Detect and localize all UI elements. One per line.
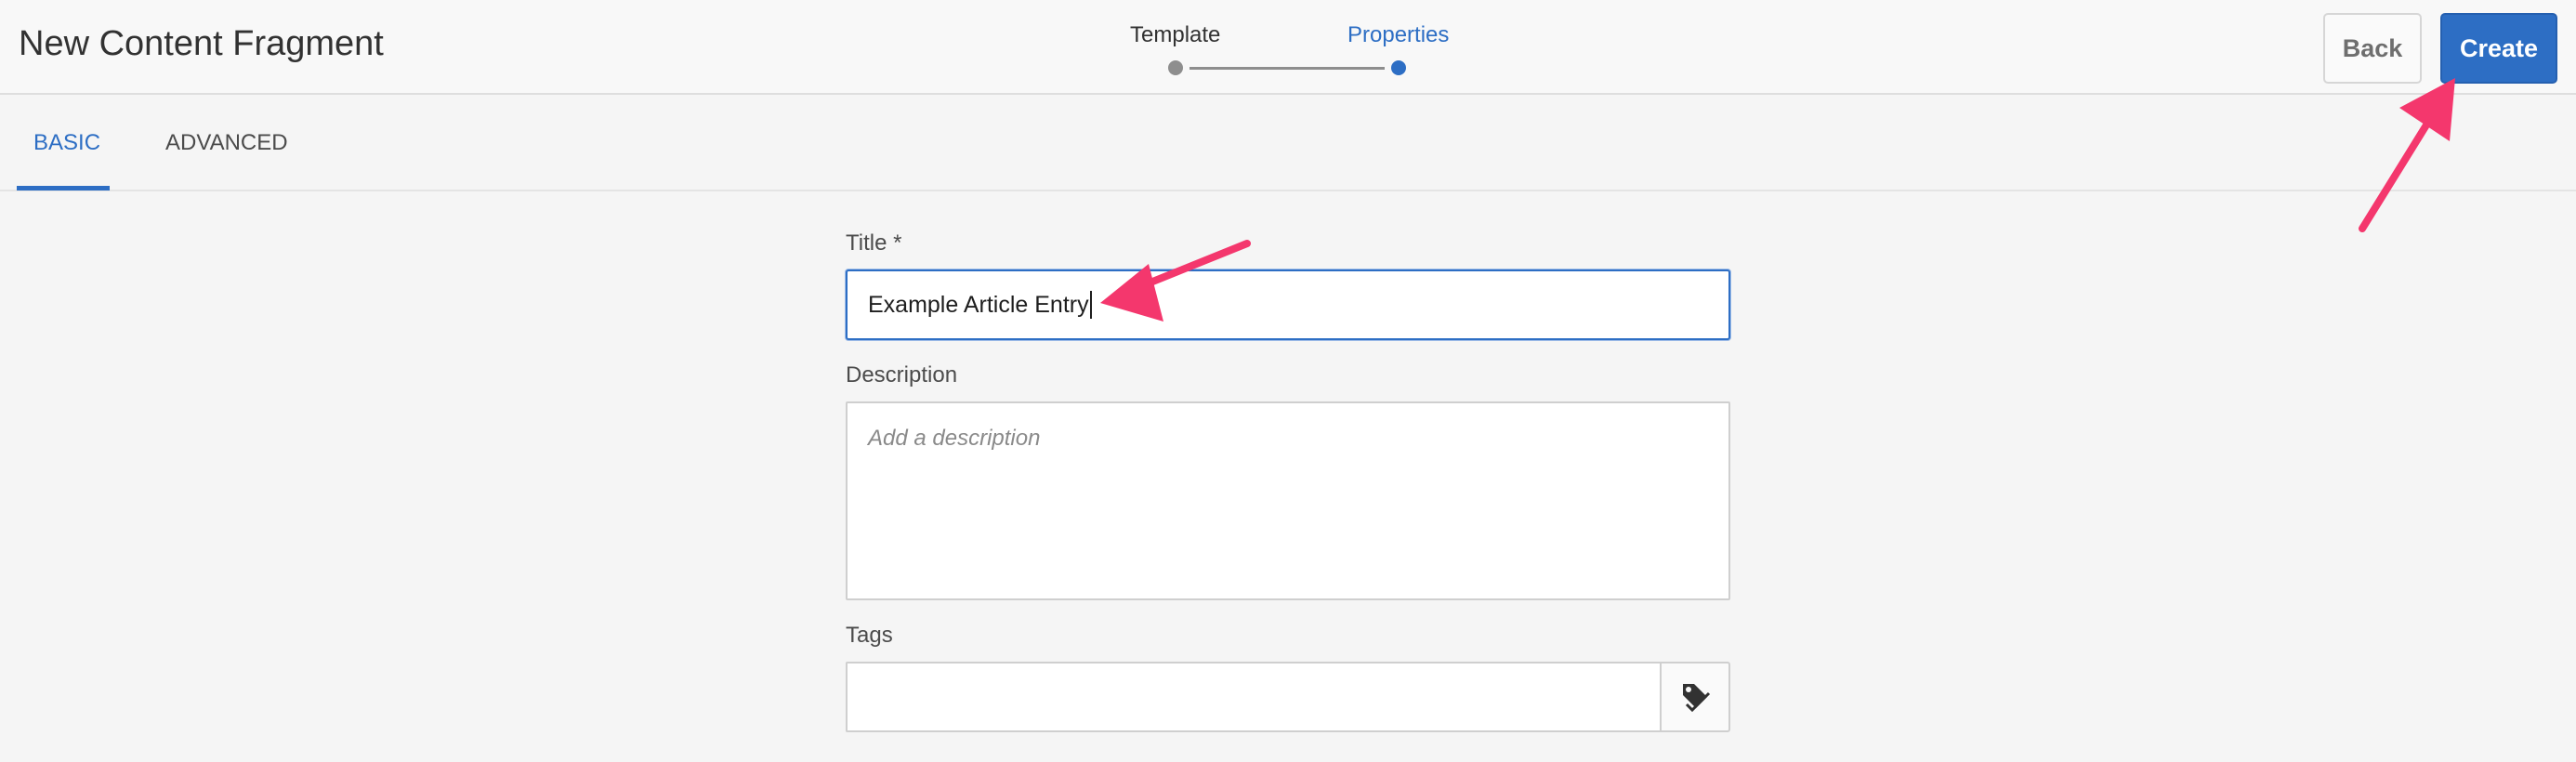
create-button[interactable]: Create — [2440, 13, 2557, 84]
description-label: Description — [846, 362, 958, 388]
tag-icon — [1683, 684, 1711, 713]
page-title: New Content Fragment — [19, 24, 384, 63]
tags-input[interactable] — [846, 662, 1662, 732]
title-label: Title * — [846, 230, 902, 256]
tab-bar: BASIC ADVANCED — [0, 97, 2576, 191]
back-button[interactable]: Back — [2323, 13, 2422, 84]
step-properties-label: Properties — [1347, 22, 1450, 47]
step-template-dot[interactable] — [1168, 60, 1183, 75]
step-template-label[interactable]: Template — [1130, 22, 1220, 48]
title-input-value: Example Article Entry — [868, 291, 1089, 318]
wizard-progress-line — [1189, 67, 1385, 70]
title-input[interactable]: Example Article Entry — [846, 269, 1730, 340]
tab-advanced[interactable]: ADVANCED — [165, 130, 288, 156]
text-caret — [1089, 291, 1092, 319]
tab-basic[interactable]: BASIC — [33, 130, 100, 156]
step-properties-dot — [1391, 60, 1406, 75]
wizard-steps: Template Properties — [1124, 19, 1459, 84]
description-textarea[interactable]: Add a description — [846, 401, 1730, 600]
header-bar: New Content Fragment Template Properties… — [0, 0, 2576, 95]
tags-label: Tags — [846, 623, 893, 648]
active-tab-indicator — [17, 186, 110, 190]
tags-picker-button[interactable] — [1660, 662, 1730, 732]
description-placeholder: Add a description — [868, 426, 1041, 451]
